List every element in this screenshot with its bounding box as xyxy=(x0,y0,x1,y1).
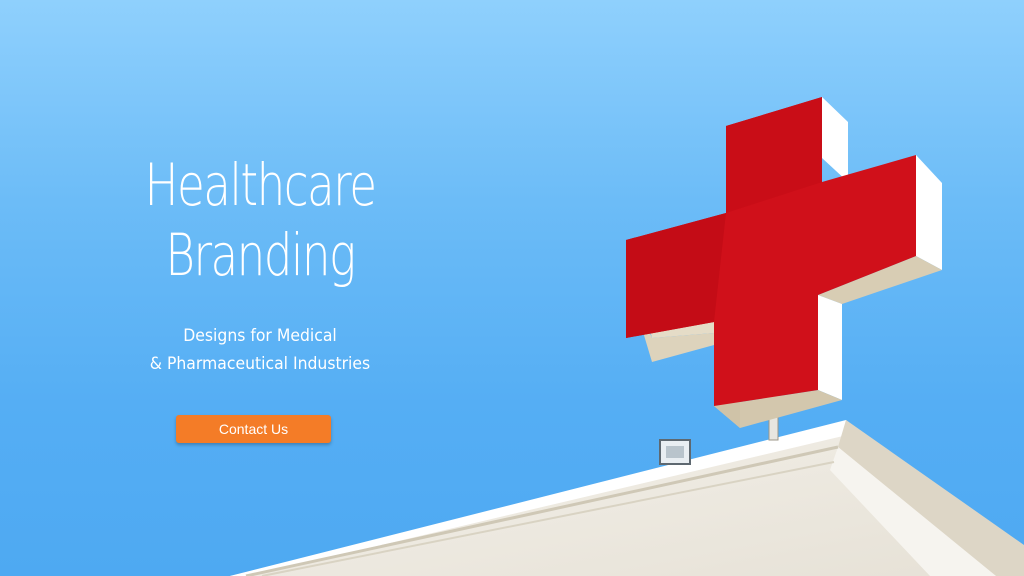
building-roof xyxy=(230,420,1024,576)
red-cross-sign xyxy=(626,97,942,428)
hero-title: Healthcare Branding xyxy=(135,150,385,290)
hero-subtitle-line-2: & Pharmaceutical Industries xyxy=(149,354,371,374)
hero-subtitle: Designs for Medical & Pharmaceutical Ind… xyxy=(113,322,407,378)
roof-lamp xyxy=(659,439,691,465)
hero-text-block: Healthcare Branding Designs for Medical … xyxy=(100,150,420,378)
contact-us-button[interactable]: Contact Us xyxy=(176,415,331,443)
hero-title-line-2: Branding xyxy=(165,221,356,289)
hero-subtitle-line-1: Designs for Medical xyxy=(183,326,337,346)
hero-title-line-1: Healthcare xyxy=(144,151,377,219)
